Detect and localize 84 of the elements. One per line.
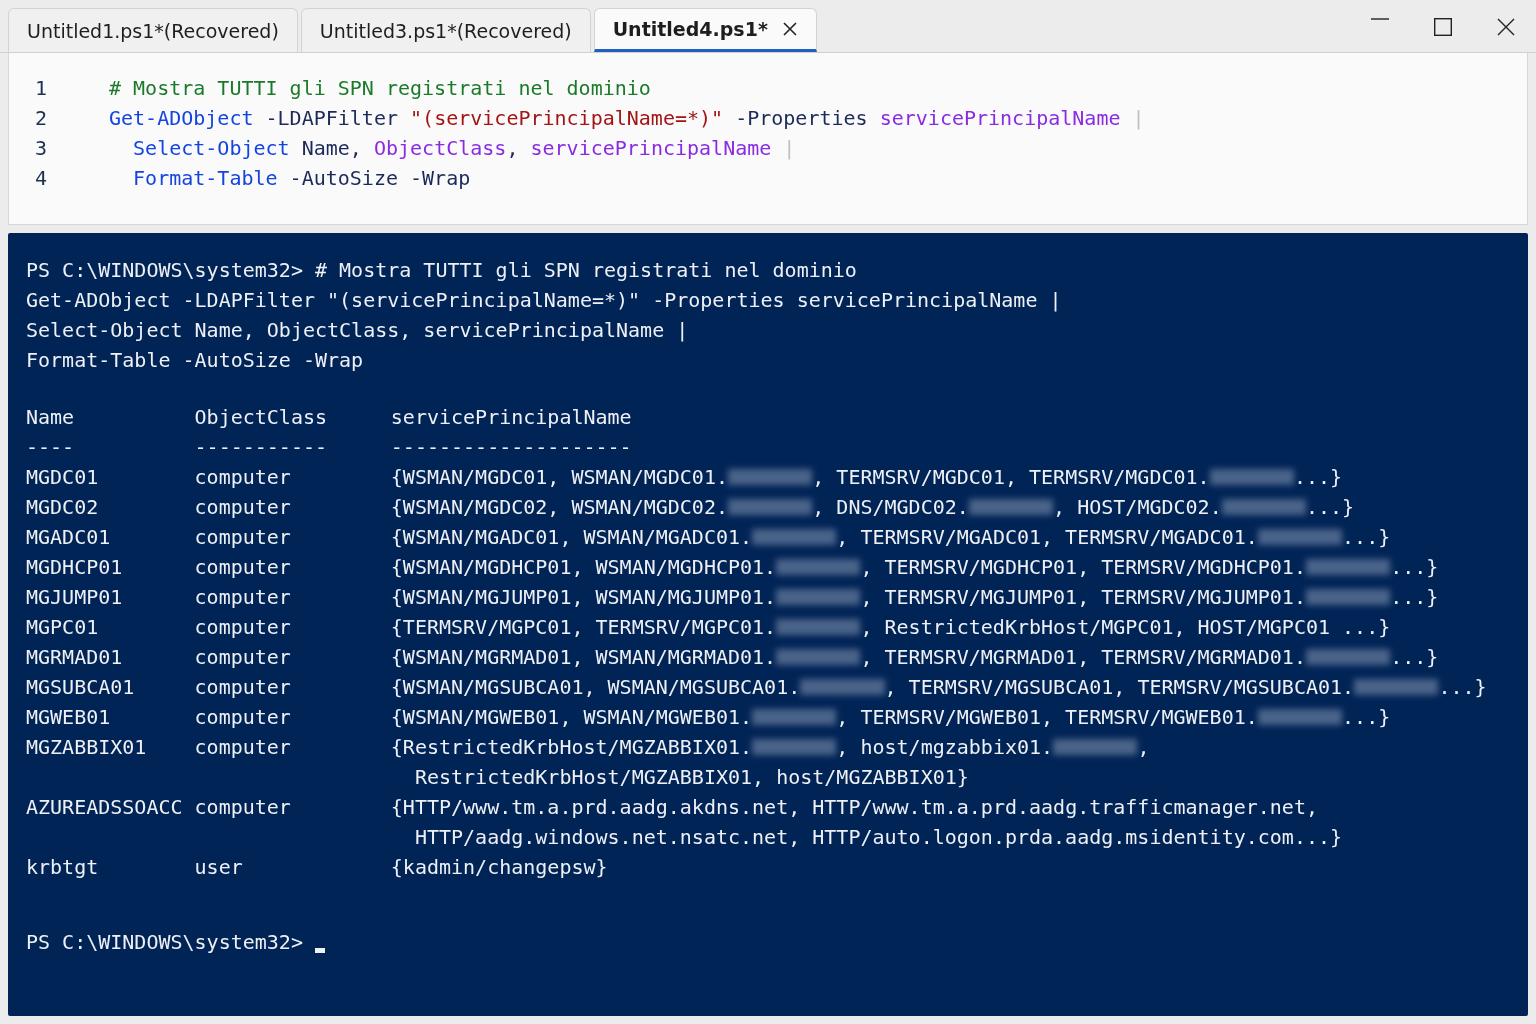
spn-text: , TERMSRV/MGJUMP01, TERMSRV/MGJUMP01. [860,584,1306,611]
table-cell-text: computer [194,614,292,641]
header-underline: -------------------- [390,434,632,461]
spn-text: , DNS/MGDC02. [812,494,969,521]
table-cell-text: computer [194,464,292,491]
table-cell-text: MGDC02 [26,494,100,521]
spn-text: {WSMAN/MGWEB01, WSMAN/MGWEB01. [390,704,753,731]
table-cell-text: MGZABBIX01 [26,734,148,761]
code-line: Format-Table -AutoSize -Wrap [132,166,471,190]
line-number: 4 [33,166,47,190]
table-cell-text: MGDHCP01 [26,554,124,581]
spn-text: ...} [1438,674,1487,701]
spn-text: ...} [1390,584,1439,611]
table-cell-text: MGJUMP01 [26,584,124,611]
spn-text: , RestrictedKrbHost/MGPC01, HOST/MGPC01 ...} [860,614,1391,641]
close-icon[interactable] [781,21,798,37]
spn-text: , TERMSRV/MGRMAD01, TERMSRV/MGRMAD01. [860,644,1306,671]
table-cell-text: computer [194,734,292,761]
line-number: 3 [33,136,47,160]
editor-tab[interactable]: Untitled4.ps1* [593,8,817,52]
spn-text: {WSMAN/MGRMAD01, WSMAN/MGRMAD01. [390,644,777,671]
spn-text: {WSMAN/MGADC01, WSMAN/MGADC01. [390,524,753,551]
column-header: Name [26,404,76,431]
spn-text: , TERMSRV/MGSUBCA01, TERMSRV/MGSUBCA01. [884,674,1355,701]
table-cell-text: computer [194,794,292,821]
spn-text: , TERMSRV/MGWEB01, TERMSRV/MGWEB01. [836,704,1258,731]
table-cell-text: MGRMAD01 [26,644,124,671]
table-cell-text: computer [194,704,292,731]
script-editor[interactable] [8,53,1528,225]
code-line: Select-Object Name, ObjectClass, servicePrincipalName | [132,136,796,160]
close-icon[interactable] [1497,18,1515,36]
line-number: 2 [33,106,47,130]
spn-text: {WSMAN/MGSUBCA01, WSMAN/MGSUBCA01. [390,674,801,701]
spn-text: ...} [1342,524,1391,551]
spn-text: ...} [1293,464,1343,491]
column-header: servicePrincipalName [390,404,632,431]
spn-text: , [1137,734,1150,761]
editor-tab[interactable]: Untitled1.ps1*(Recovered) [8,8,298,52]
table-cell-text: MGWEB01 [26,704,112,731]
console-line: Select-Object Name, ObjectClass, servicePrincipalName | [26,317,689,344]
table-cell-text: user [194,854,244,881]
spn-text: {TERMSRV/MGPC01, TERMSRV/MGPC01. [390,614,777,641]
spn-text: , TERMSRV/MGDC01, TERMSRV/MGDC01. [812,464,1210,491]
spn-text: {kadmin/changepsw} [390,854,608,881]
table-cell-text: MGPC01 [26,614,100,641]
table-cell-text: AZUREADSSOACC [26,794,184,821]
console-prompt: PS C:\WINDOWS\system32> [26,929,303,956]
table-cell-text: computer [194,584,292,611]
header-underline: ----------- [194,434,328,461]
spn-text: ...} [1390,644,1439,671]
table-cell-text: computer [194,644,292,671]
table-cell-text: computer [194,674,292,701]
table-cell-text: MGDC01 [26,464,100,491]
spn-text: {HTTP/www.tm.a.prd.aadg.akdns.net, HTTP/www.tm.a.prd.aadg.trafficmanager.net, [390,794,1318,821]
spn-text: RestrictedKrbHost/MGZABBIX01, host/MGZABBIX01} [414,764,969,791]
line-number: 1 [33,76,47,100]
editor-tab[interactable]: Untitled3.ps1*(Recovered) [300,8,591,52]
spn-text: ...} [1342,704,1391,731]
table-cell-text: computer [194,494,292,521]
maximize-icon[interactable] [1434,18,1452,36]
code-line: # Mostra TUTTI gli SPN registrati nel dominio [109,76,651,100]
table-cell-text: computer [194,554,292,581]
spn-text: {RestrictedKrbHost/MGZABBIX01. [390,734,753,761]
spn-text: HTTP/aadg.windows.net.nsatc.net, HTTP/auto.logon.prda.aadg.msidentity.com...} [414,824,1343,851]
header-underline: ---- [26,434,76,461]
table-cell-text: MGADC01 [26,524,112,551]
spn-text: , HOST/MGDC02. [1053,494,1222,521]
spn-text: , host/mgzabbix01. [836,734,1054,761]
table-cell-text: MGSUBCA01 [26,674,136,701]
spn-text: {WSMAN/MGJUMP01, WSMAN/MGJUMP01. [390,584,777,611]
code-line: Get-ADObject -LDAPFilter "(servicePrincipalName=*)" -Properties servicePrincipalName | [109,106,1145,130]
console-line: Get-ADObject -LDAPFilter "(servicePrincipalName=*)" -Properties servicePrincipalName | [26,287,1062,314]
spn-text: ...} [1305,494,1355,521]
table-cell-text: krbtgt [26,854,100,881]
table-cell-text: computer [194,524,292,551]
spn-text: , TERMSRV/MGADC01, TERMSRV/MGADC01. [836,524,1258,551]
spn-text: {WSMAN/MGDHCP01, WSMAN/MGDHCP01. [390,554,777,581]
spn-text: {WSMAN/MGDC02, WSMAN/MGDC02. [390,494,728,521]
column-header: ObjectClass [194,404,328,431]
console-line: Format-Table -AutoSize -Wrap [26,347,364,374]
console-line: PS C:\WINDOWS\system32> # Mostra TUTTI gli SPN registrati nel dominio [26,257,857,284]
spn-text: , TERMSRV/MGDHCP01, TERMSRV/MGDHCP01. [860,554,1306,581]
spn-text: {WSMAN/MGDC01, WSMAN/MGDC01. [390,464,728,491]
spn-text: ...} [1390,554,1439,581]
